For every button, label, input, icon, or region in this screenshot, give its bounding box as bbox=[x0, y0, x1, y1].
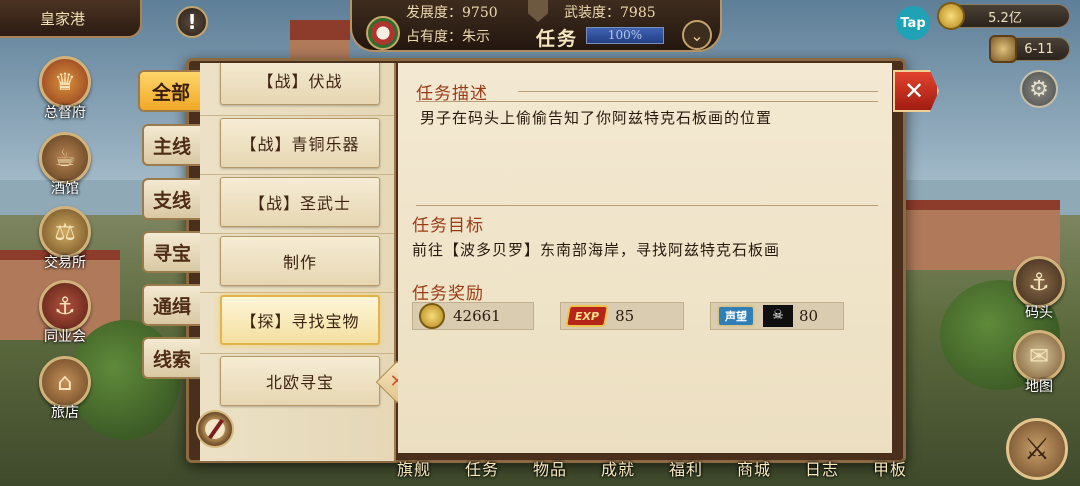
bed-icon: ⌂ bbox=[39, 356, 91, 408]
nav-shop[interactable]: 商城 bbox=[720, 456, 788, 486]
nav-items[interactable]: 物品 bbox=[516, 456, 584, 486]
list-divider bbox=[200, 233, 394, 234]
side-label: 码头 bbox=[1025, 305, 1053, 321]
side-label: 同业会 bbox=[44, 329, 86, 345]
notice-button[interactable]: ! bbox=[176, 6, 208, 38]
reward-reputation: 声望 ☠ 80 bbox=[710, 302, 844, 330]
nav-achievements[interactable]: 成就 bbox=[584, 456, 652, 486]
port-name-banner[interactable]: 皇家港 bbox=[0, 0, 142, 38]
reward-title: 任务奖励 bbox=[412, 284, 484, 304]
objective-title: 任务目标 bbox=[412, 216, 484, 236]
hourglass-icon bbox=[989, 35, 1017, 63]
side-label: 总督府 bbox=[44, 105, 86, 121]
coin-icon bbox=[419, 303, 445, 329]
tab-treasure[interactable]: 寻宝 bbox=[142, 231, 200, 273]
reward-exp: EXP 85 bbox=[560, 302, 684, 330]
nav-tasks[interactable]: 任务 bbox=[448, 456, 516, 486]
task-title: 任务 bbox=[536, 28, 579, 50]
tab-main[interactable]: 主线 bbox=[142, 124, 200, 166]
barrel-icon: ☕ bbox=[39, 132, 91, 184]
quest-item[interactable]: 【战】圣武士 bbox=[220, 177, 380, 227]
reward-reputation-value: 80 bbox=[799, 307, 819, 325]
quest-list[interactable]: 【战】伏战 【战】青铜乐器 【战】圣武士 制作 【探】寻找宝物 北欧寻宝 bbox=[200, 63, 396, 461]
quest-item-selected[interactable]: 【探】寻找宝物 bbox=[220, 295, 380, 345]
pirate-flag-icon: ☠ bbox=[763, 305, 793, 327]
list-divider bbox=[200, 174, 394, 175]
side-button-tavern[interactable]: ☕ 酒馆 bbox=[30, 132, 100, 198]
title-underline bbox=[416, 101, 878, 102]
settings-gear-icon[interactable]: ⚙ bbox=[1020, 70, 1058, 108]
nation-emblem-icon[interactable] bbox=[366, 16, 400, 50]
side-button-guild[interactable]: ⚓ 同业会 bbox=[30, 280, 100, 346]
bottom-nav: 旗舰 任务 物品 成就 福利 商城 日志 甲板 bbox=[380, 456, 1020, 486]
side-label: 交易所 bbox=[44, 255, 86, 271]
quest-item[interactable]: 【战】青铜乐器 bbox=[220, 118, 380, 168]
list-divider bbox=[200, 353, 394, 354]
church-spire bbox=[290, 20, 350, 60]
compass-icon bbox=[196, 410, 234, 448]
date-counter[interactable]: 6-11 bbox=[989, 35, 1070, 63]
map-icon: ✉ bbox=[1013, 330, 1065, 382]
date-value: 6-11 bbox=[1024, 41, 1054, 57]
quest-detail-panel: 任务描述 男子在码头上偷偷告知了你阿兹特克石板画的位置 任务目标 前往【波多贝罗… bbox=[398, 63, 892, 453]
anchor-icon: ⚓ bbox=[39, 280, 91, 332]
close-icon: ✕ bbox=[904, 77, 925, 105]
reward-gold-value: 42661 bbox=[453, 307, 501, 325]
port-name: 皇家港 bbox=[40, 9, 86, 28]
chevron-down-icon[interactable]: ⌄ bbox=[682, 20, 712, 50]
tab-wanted[interactable]: 通缉 bbox=[142, 284, 200, 326]
military-stat: 武装度：7985 bbox=[564, 5, 656, 21]
coin-icon bbox=[937, 2, 965, 30]
exp-badge-icon: EXP bbox=[565, 305, 610, 327]
gold-value: 5.2亿 bbox=[988, 10, 1022, 26]
side-button-governor[interactable]: ♛ 总督府 bbox=[30, 56, 100, 122]
crossed-swords-icon[interactable]: ⚔ bbox=[1006, 418, 1068, 480]
tab-all[interactable]: 全部 bbox=[138, 70, 202, 112]
nav-flagship[interactable]: 旗舰 bbox=[380, 456, 448, 486]
side-label: 地图 bbox=[1025, 379, 1053, 395]
tab-clues[interactable]: 线索 bbox=[142, 337, 200, 379]
close-button[interactable]: ✕ bbox=[893, 70, 939, 112]
side-button-map[interactable]: ✉ 地图 bbox=[1004, 330, 1074, 396]
task-progress-bar: 100% bbox=[586, 27, 664, 44]
task-progress-text: 100% bbox=[607, 28, 643, 42]
description-text: 男子在码头上偷偷告知了你阿兹特克石板画的位置 bbox=[420, 109, 773, 127]
reward-gold: 42661 bbox=[412, 302, 534, 330]
title-rule bbox=[518, 91, 878, 92]
side-button-inn[interactable]: ⌂ 旅店 bbox=[30, 356, 100, 422]
nav-welfare[interactable]: 福利 bbox=[652, 456, 720, 486]
side-button-dock[interactable]: ⚓ 码头 bbox=[1004, 256, 1074, 322]
list-divider bbox=[200, 292, 394, 293]
scales-icon: ⚖ bbox=[39, 206, 91, 258]
side-button-exchange[interactable]: ⚖ 交易所 bbox=[30, 206, 100, 272]
nav-deck[interactable]: 甲板 bbox=[856, 456, 924, 486]
development-stat: 发展度：9750 bbox=[406, 5, 498, 21]
exclamation-icon: ! bbox=[187, 10, 197, 34]
objective-text: 前往【波多贝罗】东南部海岸，寻找阿兹特克石板画 bbox=[412, 241, 781, 259]
quest-item[interactable]: 北欧寻宝 bbox=[220, 356, 380, 406]
quest-item[interactable]: 制作 bbox=[220, 236, 380, 286]
list-divider bbox=[200, 115, 394, 116]
gold-counter[interactable]: 5.2亿 bbox=[937, 2, 1070, 30]
ownership-stat: 占有度：朱示 bbox=[406, 29, 490, 45]
tap-button[interactable]: Tap bbox=[896, 6, 930, 40]
dock-icon: ⚓ bbox=[1013, 256, 1065, 308]
section-divider bbox=[416, 205, 878, 206]
side-label: 酒馆 bbox=[51, 181, 79, 197]
nav-log[interactable]: 日志 bbox=[788, 456, 856, 486]
side-label: 旅店 bbox=[51, 405, 79, 421]
reputation-badge-icon: 声望 bbox=[717, 305, 755, 327]
quest-item[interactable]: 【战】伏战 bbox=[220, 63, 380, 105]
reward-exp-value: 85 bbox=[615, 307, 635, 325]
tab-side[interactable]: 支线 bbox=[142, 178, 200, 220]
crown-icon: ♛ bbox=[39, 56, 91, 108]
